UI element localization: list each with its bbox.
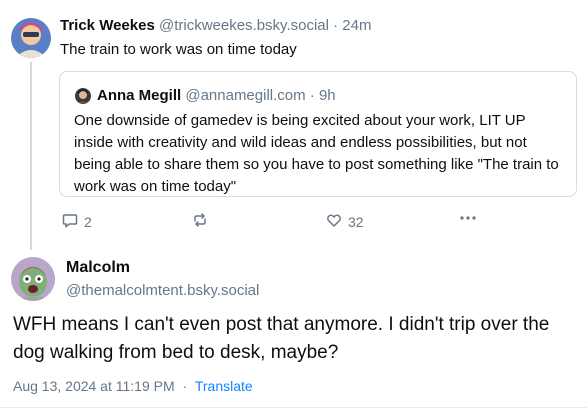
parent-post-header: Trick Weekes @trickweekes.bsky.social · … — [60, 17, 371, 34]
quoted-author-handle: @annamegill.com — [185, 87, 306, 104]
quoted-author-name: Anna Megill — [97, 87, 182, 104]
ellipsis-icon — [458, 210, 478, 229]
quoted-post-card[interactable]: Anna Megill @annamegill.com · 9h One dow… — [59, 71, 577, 197]
like-count: 32 — [348, 213, 364, 230]
quoted-post-text: One downside of gamedev is being excited… — [74, 112, 559, 195]
author-name[interactable]: Malcolm — [66, 259, 130, 277]
quoted-post-time: · 9h — [309, 87, 336, 104]
trick-weekes-avatar[interactable] — [11, 18, 51, 58]
post-text: WFH means I can't even post that anymore… — [13, 314, 550, 363]
reply-icon — [62, 212, 78, 231]
reply-count: 2 — [84, 213, 92, 230]
repost-icon — [192, 212, 208, 231]
parent-post-text: The train to work was on time today — [60, 41, 297, 58]
repost-button[interactable] — [192, 212, 208, 231]
quoted-post-header: Anna Megill @annamegill.com · 9h — [97, 87, 336, 104]
translate-link[interactable]: Translate — [195, 378, 253, 394]
meta-separator: · — [182, 378, 188, 394]
reply-button[interactable]: 2 — [62, 212, 92, 231]
author-handle[interactable]: @themalcolmtent.bsky.social — [66, 282, 259, 299]
post-actions: 2 32 — [60, 212, 580, 234]
malcolm-avatar[interactable] — [11, 257, 55, 301]
like-button[interactable]: 32 — [326, 212, 364, 231]
thread-line — [30, 62, 32, 250]
post-timestamp[interactable]: Aug 13, 2024 at 11:19 PM — [13, 378, 175, 394]
post-time[interactable]: · 24m — [333, 17, 371, 34]
author-name[interactable]: Trick Weekes — [60, 17, 155, 34]
heart-icon — [326, 212, 342, 231]
divider — [0, 407, 587, 408]
more-options-button[interactable] — [458, 210, 478, 229]
anna-megill-avatar — [75, 88, 91, 104]
author-handle[interactable]: @trickweekes.bsky.social — [159, 17, 329, 34]
post-meta: Aug 13, 2024 at 11:19 PM · Translate — [13, 378, 253, 394]
